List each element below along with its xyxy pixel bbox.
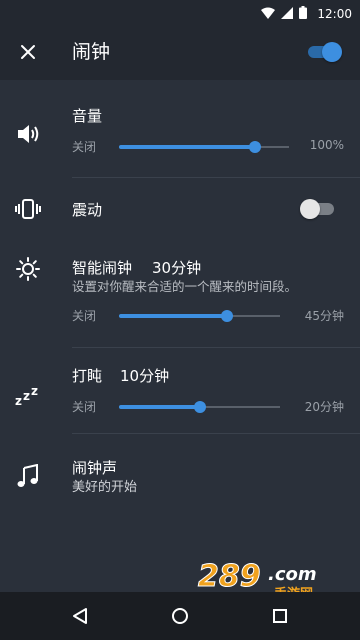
svg-text:z: z — [15, 394, 22, 408]
ringtone-section[interactable]: 闹钟声 美好的开始 — [0, 434, 360, 514]
music-note-icon — [14, 462, 42, 490]
volume-max-label: 100% — [309, 138, 344, 152]
vibrate-section[interactable]: 震动 — [0, 178, 360, 242]
smart-alarm-max-label: 45分钟 — [304, 309, 344, 323]
volume-min-label: 关闭 — [72, 140, 97, 154]
vibrate-toggle[interactable] — [300, 199, 336, 219]
smart-alarm-slider-row: 关闭 45分钟 — [72, 306, 348, 326]
snooze-value: 10分钟 — [120, 367, 170, 385]
ringtone-value: 美好的开始 — [72, 480, 138, 495]
snooze-slider-thumb[interactable] — [193, 401, 206, 413]
smart-alarm-slider-thumb[interactable] — [220, 310, 233, 322]
smart-alarm-min-label: 关闭 — [72, 309, 97, 323]
volume-section: 音量 关闭 100% — [0, 80, 360, 178]
status-time: 12:00 — [317, 6, 352, 21]
vibrate-icon — [14, 195, 42, 223]
navigation-bar — [0, 592, 360, 640]
snooze-slider-row: 关闭 20分钟 — [72, 397, 348, 417]
smart-alarm-slider[interactable] — [119, 306, 280, 326]
close-icon — [21, 45, 35, 59]
snooze-slider[interactable] — [119, 397, 280, 417]
volume-slider-row: 关闭 100% — [72, 137, 348, 157]
volume-slider[interactable] — [119, 137, 289, 157]
smart-alarm-value: 30分钟 — [152, 259, 202, 277]
recents-button[interactable] — [268, 604, 292, 628]
svg-text:.com: .com — [268, 564, 317, 585]
page-title: 闹钟 — [72, 41, 111, 63]
snooze-min-label: 关闭 — [72, 400, 97, 414]
ringtone-title: 闹钟声 — [72, 459, 118, 477]
volume-slider-thumb[interactable] — [249, 141, 261, 153]
smart-alarm-description: 设置对你醒来合适的一个醒来的时间段。 — [72, 279, 298, 294]
svg-text:z: z — [23, 389, 30, 403]
back-button[interactable] — [68, 604, 92, 628]
snooze-max-label: 20分钟 — [304, 400, 344, 414]
close-button[interactable] — [14, 38, 42, 66]
recents-icon — [273, 609, 287, 623]
vibrate-title: 震动 — [72, 201, 103, 219]
wifi-icon — [261, 4, 276, 23]
home-icon — [172, 608, 188, 624]
svg-text:289: 289 — [198, 559, 261, 594]
snooze-icon: z z z — [14, 382, 42, 410]
smart-alarm-section: 智能闹钟 30分钟 设置对你醒来合适的一个醒来的时间段。 关闭 45分钟 — [0, 242, 360, 348]
snooze-section: z z z 打盹 10分钟 关闭 20分钟 — [0, 348, 360, 434]
volume-icon — [14, 120, 42, 148]
alarm-enabled-toggle[interactable] — [306, 42, 342, 62]
brightness-icon — [14, 255, 42, 283]
back-icon — [73, 608, 87, 624]
signal-icon — [281, 4, 294, 23]
svg-text:z: z — [31, 384, 38, 398]
status-bar: 12:00 — [0, 0, 360, 24]
snooze-title: 打盹 — [72, 367, 103, 385]
home-button[interactable] — [168, 604, 192, 628]
app-bar: 闹钟 — [0, 24, 360, 80]
smart-alarm-title: 智能闹钟 — [72, 259, 133, 277]
volume-title: 音量 — [72, 107, 103, 125]
battery-icon — [299, 4, 308, 23]
